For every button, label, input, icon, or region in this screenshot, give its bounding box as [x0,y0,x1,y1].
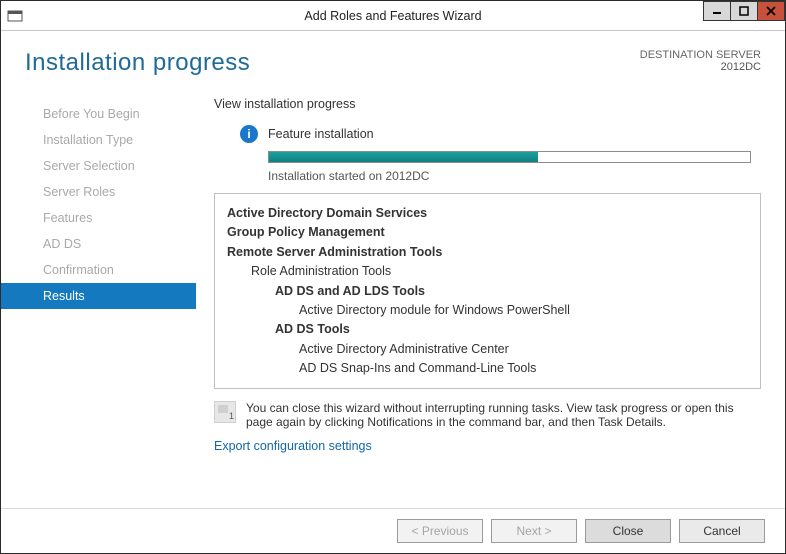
destination-value: 2012DC [640,61,761,73]
wizard-header: Installation progress DESTINATION SERVER… [1,31,785,87]
status-row: i Feature installation [240,125,761,143]
destination-label: DESTINATION SERVER [640,49,761,61]
info-icon: i [240,125,258,143]
progress-fill [269,152,538,162]
progress-bar [268,151,751,163]
detail-line: AD DS Snap-Ins and Command-Line Tools [299,359,748,378]
titlebar[interactable]: Add Roles and Features Wizard [1,1,785,31]
sidebar-step: Confirmation [1,257,196,283]
system-menu-icon[interactable] [1,9,29,23]
view-label: View installation progress [214,97,761,111]
cancel-button[interactable]: Cancel [679,519,765,543]
previous-button: < Previous [397,519,483,543]
notification-flag-icon: 1 [214,401,236,423]
detail-line: AD DS and AD LDS Tools [275,282,748,301]
wizard-body: Before You BeginInstallation TypeServer … [1,87,785,508]
maximize-button[interactable] [730,1,758,21]
install-details: Active Directory Domain ServicesGroup Po… [214,193,761,389]
wizard-main: View installation progress i Feature ins… [196,87,785,508]
detail-line: Role Administration Tools [251,262,748,281]
page-title: Installation progress [25,49,250,77]
sidebar-step: AD DS [1,231,196,257]
progress-text: Installation started on 2012DC [268,169,751,183]
detail-line: Active Directory Administrative Center [299,340,748,359]
progress-area: Installation started on 2012DC [268,151,751,183]
detail-line: Group Policy Management [227,223,748,242]
wizard-sidebar: Before You BeginInstallation TypeServer … [1,87,196,508]
window-controls [704,1,785,21]
sidebar-step: Server Roles [1,179,196,205]
next-button: Next > [491,519,577,543]
sidebar-step: Installation Type [1,127,196,153]
window-title: Add Roles and Features Wizard [1,9,785,23]
close-button[interactable]: Close [585,519,671,543]
wizard-footer: < Previous Next > Close Cancel [1,508,785,553]
minimize-button[interactable] [703,1,731,21]
sidebar-step: Features [1,205,196,231]
hint-row: 1 You can close this wizard without inte… [214,401,761,429]
export-config-link[interactable]: Export configuration settings [214,439,761,453]
close-window-button[interactable] [757,1,785,21]
detail-line: Active Directory Domain Services [227,204,748,223]
status-text: Feature installation [268,127,374,141]
detail-line: Active Directory module for Windows Powe… [299,301,748,320]
destination-server: DESTINATION SERVER 2012DC [640,49,761,73]
detail-line: AD DS Tools [275,320,748,339]
sidebar-step: Before You Begin [1,101,196,127]
sidebar-step: Server Selection [1,153,196,179]
sidebar-step[interactable]: Results [1,283,196,309]
hint-text: You can close this wizard without interr… [246,401,761,429]
detail-line: Remote Server Administration Tools [227,243,748,262]
wizard-window: Add Roles and Features Wizard Installati… [0,0,786,554]
